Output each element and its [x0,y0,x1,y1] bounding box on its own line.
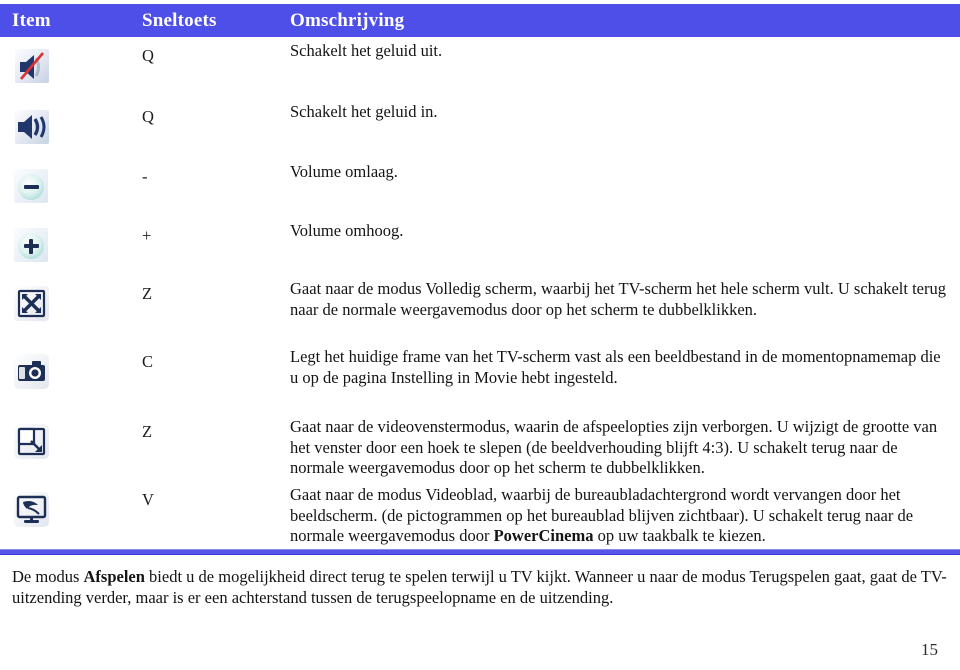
row-icon-cell [0,485,142,533]
footer-part1: De modus [12,567,84,586]
row-icon-cell [0,221,142,269]
footer-part2: biedt u de mogelijkheid direct terug te … [12,567,947,607]
fullscreen-icon [10,283,56,327]
table-row: Q Schakelt het geluid uit. [0,41,960,102]
row-description: Gaat naar de modus Videoblad, waarbij de… [290,485,960,547]
row-icon-cell [0,279,142,327]
snapshot-camera-icon [10,351,56,395]
row-description: Volume omlaag. [290,162,398,181]
mute-icon [10,45,56,89]
row-description: Schakelt het geluid in. [290,102,438,121]
page-number: 15 [921,640,938,659]
table-row: C Legt het huidige frame van het TV-sche… [0,347,960,417]
shortcut-key: C [142,352,154,371]
row-description: Volume omhoog. [290,221,404,240]
table-row: Z Gaat naar de modus Volledig scherm, wa… [0,279,960,347]
shortcut-table: Q Schakelt het geluid uit. Q Schakelt he… [0,41,960,547]
shortcut-key: - [142,167,148,186]
row-icon-cell [0,102,142,150]
volume-down-icon [10,166,56,210]
column-header-description: Omschrijving [290,9,405,31]
shortcut-key: V [142,490,154,509]
row-icon-cell [0,162,142,210]
video-window-resize-icon [10,421,56,465]
table-row: + Volume omhoog. [0,221,960,279]
row-icon-cell [0,417,142,465]
footer-note: De modus Afspelen biedt u de mogelijkhei… [12,566,948,608]
row-description: Schakelt het geluid uit. [290,41,443,60]
table-row: - Volume omlaag. [0,162,960,221]
shortcut-key: Q [142,46,154,65]
row-description: Gaat naar de modus Volledig scherm, waar… [290,279,946,319]
row-description: Gaat naar de videovenstermodus, waarin d… [290,417,938,477]
table-row: Z Gaat naar de videovenstermodus, waarin… [0,417,960,485]
table-row: Q Schakelt het geluid in. [0,102,960,162]
footer-bold-afspelen: Afspelen [83,567,145,586]
shortcut-key: + [142,226,152,245]
table-header-bar: Item Sneltoets Omschrijving [0,4,960,37]
column-header-shortcut: Sneltoets [142,9,217,31]
shortcut-key: Q [142,107,154,126]
video-desktop-icon [10,489,56,533]
desc-text-bold: PowerCinema [493,526,594,545]
column-header-item: Item [12,9,51,31]
unmute-speaker-icon [10,106,56,150]
row-description: Legt het huidige frame van het TV-scherm… [290,347,941,387]
desc-text-part2: op uw taakbalk te kiezen. [593,526,766,545]
shortcut-key: Z [142,284,153,303]
volume-up-icon [10,225,56,269]
section-divider [0,549,960,555]
row-icon-cell [0,347,142,395]
row-icon-cell [0,41,142,89]
table-row: V Gaat naar de modus Videoblad, waarbij … [0,485,960,547]
shortcut-key: Z [142,422,153,441]
